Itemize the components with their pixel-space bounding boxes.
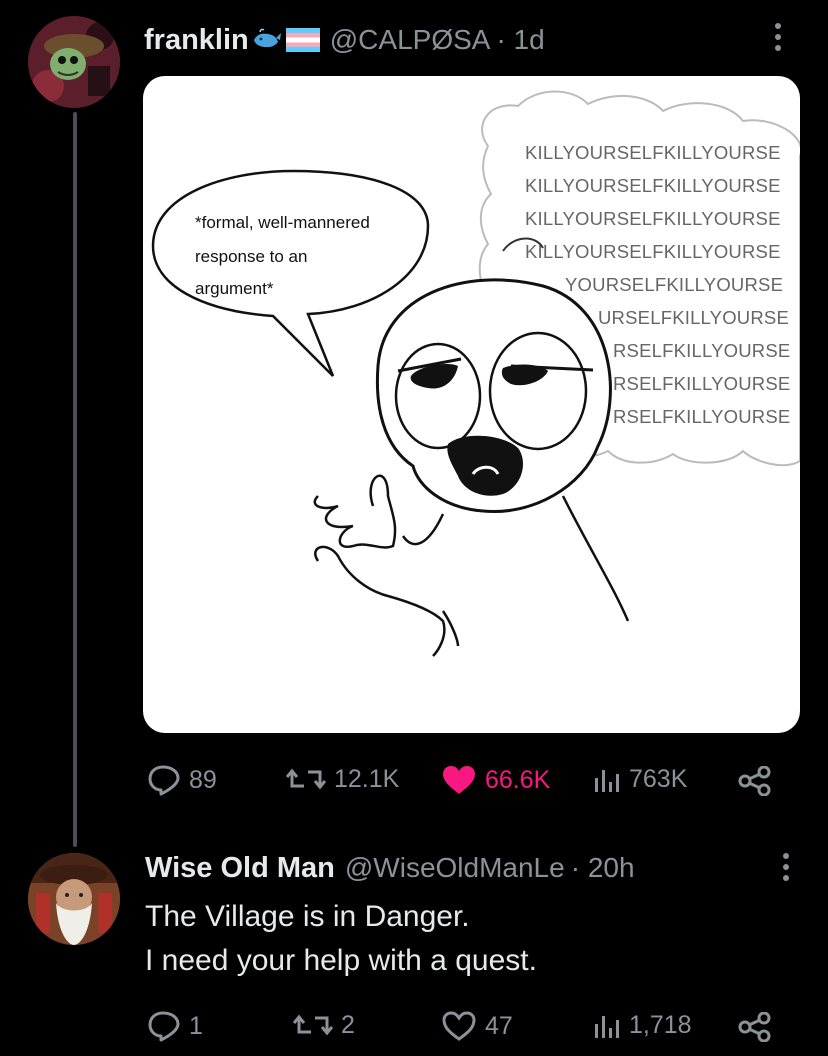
whale-icon	[252, 28, 282, 52]
like-button[interactable]: 66.6K	[441, 764, 550, 796]
reply-views-button[interactable]: 1,718	[593, 1010, 692, 1040]
svg-text:YOURSELFKILLYOURSE: YOURSELFKILLYOURSE	[565, 274, 783, 295]
repost-icon	[286, 768, 326, 790]
post-time[interactable]: · 1d	[496, 24, 544, 56]
reply-action-bar: 1 2 47 1,718	[0, 1006, 828, 1050]
reply-repost-button[interactable]: 2	[293, 1010, 355, 1040]
svg-text:RSELFKILLYOURSE: RSELFKILLYOURSE	[613, 340, 790, 361]
reply-like-count: 47	[485, 1011, 513, 1040]
reply-user-handle[interactable]: @WiseOldManLe	[345, 852, 565, 884]
reply-text-line-1: The Village is in Danger.	[145, 900, 470, 933]
reply-icon	[148, 1011, 180, 1042]
repost-icon	[293, 1014, 333, 1036]
reply-icon	[148, 765, 180, 796]
reply-reply-button[interactable]: 1	[147, 1010, 203, 1042]
reply-button[interactable]: 89	[147, 764, 217, 796]
post-image[interactable]: KILLYOURSELFKILLYOURSE KILLYOURSELFKILLY…	[143, 76, 800, 733]
views-count: 763K	[629, 764, 688, 793]
reply-time[interactable]: · 20h	[571, 852, 635, 884]
views-bar-chart-icon	[595, 770, 619, 792]
reply-header: Wise Old Man @WiseOldManLe · 20h	[145, 850, 635, 886]
thread-connector-line	[73, 112, 77, 847]
svg-text:URSELFKILLYOURSE: URSELFKILLYOURSE	[598, 307, 789, 328]
reply-like-button[interactable]: 47	[441, 1010, 513, 1042]
more-options-icon[interactable]	[768, 22, 788, 52]
reply-reply-count: 1	[189, 1011, 203, 1040]
share-icon	[738, 766, 771, 796]
reply-views-count: 1,718	[629, 1010, 692, 1039]
reply-count: 89	[189, 765, 217, 794]
reply-repost-count: 2	[341, 1010, 355, 1039]
svg-text:KILLYOURSELFKILLYOURSE: KILLYOURSELFKILLYOURSE	[525, 241, 781, 262]
repost-count: 12.1K	[334, 764, 400, 793]
trans-flag-icon	[285, 28, 320, 52]
share-icon	[738, 1012, 771, 1042]
reply-text-line-2: I need your help with a quest.	[145, 944, 537, 977]
views-bar-chart-icon	[595, 1016, 619, 1038]
svg-text:KILLYOURSELFKILLYOURSE: KILLYOURSELFKILLYOURSE	[525, 142, 781, 163]
avatar[interactable]	[28, 16, 120, 108]
svg-text:KILLYOURSELFKILLYOURSE: KILLYOURSELFKILLYOURSE	[525, 175, 781, 196]
share-button[interactable]	[738, 766, 772, 796]
svg-text:argument*: argument*	[195, 279, 274, 298]
post-action-bar: 89 12.1K 66.6K 763K	[0, 760, 828, 804]
comic-drawing: KILLYOURSELFKILLYOURSE KILLYOURSELFKILLY…	[151, 90, 800, 657]
avatar-frog-image	[28, 16, 120, 108]
svg-text:RSELFKILLYOURSE: RSELFKILLYOURSE	[613, 406, 790, 427]
repost-button[interactable]: 12.1K	[286, 764, 399, 794]
like-count: 66.6K	[485, 765, 551, 794]
svg-text:*formal, well-mannered: *formal, well-mannered	[195, 213, 370, 232]
views-button[interactable]: 763K	[593, 764, 687, 794]
post-header: franklin @CALPØSA · 1d	[144, 22, 545, 58]
svg-text:RSELFKILLYOURSE: RSELFKILLYOURSE	[613, 373, 790, 394]
reply-display-name[interactable]: Wise Old Man	[145, 852, 335, 885]
svg-text:response to an: response to an	[195, 247, 307, 266]
reply-share-button[interactable]	[738, 1012, 772, 1042]
svg-text:KILLYOURSELFKILLYOURSE: KILLYOURSELFKILLYOURSE	[525, 208, 781, 229]
user-handle[interactable]: @CALPØSA	[330, 24, 491, 56]
display-name[interactable]: franklin	[144, 24, 249, 57]
heart-outline-icon	[442, 1011, 476, 1041]
heart-filled-icon	[443, 766, 475, 794]
reply-text: The Village is in Danger. I need your he…	[145, 895, 537, 983]
reply-avatar[interactable]	[28, 853, 120, 945]
avatar-wise-old-man-image	[28, 853, 120, 945]
reply-more-options-icon[interactable]	[776, 852, 796, 882]
